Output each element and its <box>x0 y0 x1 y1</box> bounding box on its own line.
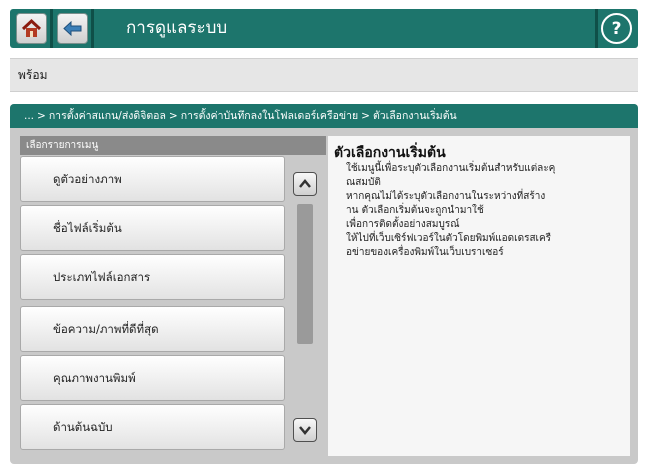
separator <box>91 9 94 48</box>
breadcrumb-item[interactable]: การตั้งค่าสแกน/ส่งดิจิตอล <box>49 110 166 122</box>
scroll-up-button[interactable] <box>293 172 317 196</box>
menu-item-original-sides[interactable]: ด้านต้นฉบับ <box>20 404 285 450</box>
help-button[interactable]: ? <box>601 13 632 44</box>
back-icon <box>63 20 82 37</box>
description-line: ใช้เมนูนี้เพื่อระบุตัวเลือกงานเริ่มต้นสำ… <box>346 163 556 174</box>
page-title: การดูแลระบบ <box>126 18 228 38</box>
breadcrumb-current: ตัวเลือกงานเริ่มต้น <box>372 110 457 122</box>
description-line: หากคุณไม่ได้ระบุตัวเลือกงานในระหว่างที่ส… <box>346 191 546 202</box>
menu-item-document-file-type[interactable]: ประเภทไฟล์เอกสาร <box>20 254 285 300</box>
title-bar: การดูแลระบบ ? <box>10 9 638 48</box>
chevron-down-icon <box>299 426 311 435</box>
description-line: ให้ไปที่เว็บเซิร์ฟเวอร์ในตัวโดยพิมพ์แอดเ… <box>346 233 552 244</box>
back-button[interactable] <box>57 13 88 44</box>
chevron-up-icon <box>299 179 311 188</box>
svg-text:?: ? <box>612 19 622 39</box>
menu-item-default-filename[interactable]: ชื่อไฟล์เริ่มต้น <box>20 205 285 251</box>
separator <box>50 9 53 48</box>
menu-header: เลือกรายการเมนู <box>20 136 326 155</box>
description-title: ตัวเลือกงานเริ่มต้น <box>334 145 446 161</box>
breadcrumb-ellipsis[interactable]: ... <box>24 110 34 122</box>
menu-item-output-quality[interactable]: คุณภาพงานพิมพ์ <box>20 355 285 401</box>
content-panel: ... > การตั้งค่าสแกน/ส่งดิจิตอล > การตั้งค่า… <box>10 104 638 464</box>
description-line: ณสมบัติ <box>346 177 381 188</box>
description-pane: ตัวเลือกงานเริ่มต้น ใช้เมนูนี้เพื่อระบุต… <box>328 136 630 456</box>
description-line: าน ตัวเลือกเริ่มต้นจะถูกนำมาใช้ <box>346 205 484 216</box>
separator <box>595 9 598 48</box>
description-line: อข่ายของเครื่องพิมพ์ในเว็บเบราเซอร์ <box>346 247 504 258</box>
status-bar: พร้อม <box>10 58 638 92</box>
help-icon: ? <box>612 19 622 39</box>
description-line: เพื่อการติดตั้งอย่างสมบูรณ์ <box>346 219 460 230</box>
menu-item-preview[interactable]: ดูตัวอย่างภาพ <box>20 156 285 202</box>
description-text: ใช้เมนูนี้เพื่อระบุตัวเลือกงานเริ่มต้นสำ… <box>346 162 624 260</box>
home-icon <box>21 18 42 37</box>
scroll-down-button[interactable] <box>293 418 317 442</box>
breadcrumb: ... > การตั้งค่าสแกน/ส่งดิจิตอล > การตั้งค่า… <box>10 104 638 128</box>
menu-item-optimize-text-picture[interactable]: ข้อความ/ภาพที่ดีที่สุด <box>20 306 285 352</box>
scrollbar[interactable] <box>287 166 326 456</box>
home-button[interactable] <box>16 13 47 44</box>
scroll-thumb[interactable] <box>297 204 313 344</box>
breadcrumb-item[interactable]: การตั้งค่าบันทึกลงในโฟลเดอร์เครือข่าย <box>181 110 358 122</box>
